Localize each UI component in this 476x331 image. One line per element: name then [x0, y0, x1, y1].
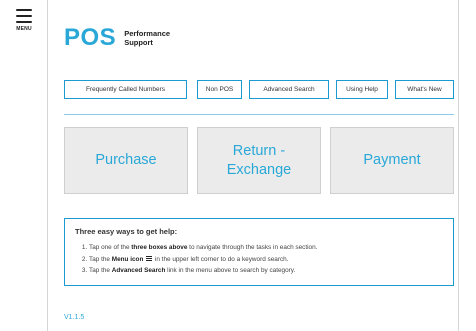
divider — [64, 114, 454, 115]
version-label: V1.1.5 — [64, 314, 85, 321]
nav-advanced-search[interactable]: Advanced Search — [249, 80, 329, 99]
sidebar: MENU — [0, 0, 48, 331]
tile-purchase-label: Purchase — [95, 152, 157, 168]
help-item-text: Tap one of the — [89, 244, 132, 251]
help-item-text: Tap the — [89, 267, 112, 274]
help-item-emphasis: three boxes above — [131, 244, 188, 251]
tile-return-exchange[interactable]: Return - Exchange — [197, 127, 321, 194]
help-item-text: link in the menu above to search by cate… — [165, 267, 296, 274]
help-item-text: to navigate through the tasks in each se… — [187, 244, 318, 251]
help-item-text: Tap the — [89, 255, 112, 263]
nav-using-help[interactable]: Using Help — [336, 80, 388, 99]
nav-frequently-called-numbers[interactable]: Frequently Called Numbers — [64, 80, 187, 99]
help-list: Tap one of the three boxes above to navi… — [75, 242, 443, 277]
logo-subtitle: Performance Support — [124, 29, 170, 47]
logo-title: POS — [64, 24, 117, 51]
help-item: Tap the Advanced Search link in the menu… — [89, 265, 443, 277]
main-content: POS Performance Support Frequently Calle… — [48, 0, 458, 331]
tile-payment-label: Payment — [363, 152, 421, 168]
tile-return-label-line-1: Return - — [232, 142, 286, 159]
tile-return-label-line-2: Exchange — [226, 161, 292, 178]
menu-icon — [146, 256, 153, 262]
logo-subtitle-line-1: Performance — [124, 29, 171, 38]
tile-payment[interactable]: Payment — [330, 127, 454, 194]
help-item-emphasis: Menu icon — [111, 255, 144, 263]
hamburger-icon[interactable] — [16, 9, 32, 23]
app-logo: POS Performance Support — [64, 23, 170, 53]
nav-non-pos[interactable]: Non POS — [197, 80, 242, 99]
menu-label[interactable]: MENU — [16, 26, 32, 32]
help-item: Tap one of the three boxes above to navi… — [89, 242, 443, 254]
help-item-text: in the upper left corner to do a keyword… — [153, 255, 289, 263]
tile-purchase[interactable]: Purchase — [64, 127, 188, 194]
logo-subtitle-line-2: Support — [124, 38, 153, 47]
help-title: Three easy ways to get help: — [75, 227, 178, 236]
help-box: Three easy ways to get help: Tap one of … — [64, 218, 454, 286]
menu-button[interactable]: MENU — [12, 9, 36, 45]
right-gutter — [458, 0, 476, 331]
help-item-emphasis: Advanced Search — [111, 267, 166, 274]
nav-whats-new[interactable]: What's New — [395, 80, 454, 99]
help-item: Tap the Menu icon in the upper left corn… — [89, 254, 443, 266]
